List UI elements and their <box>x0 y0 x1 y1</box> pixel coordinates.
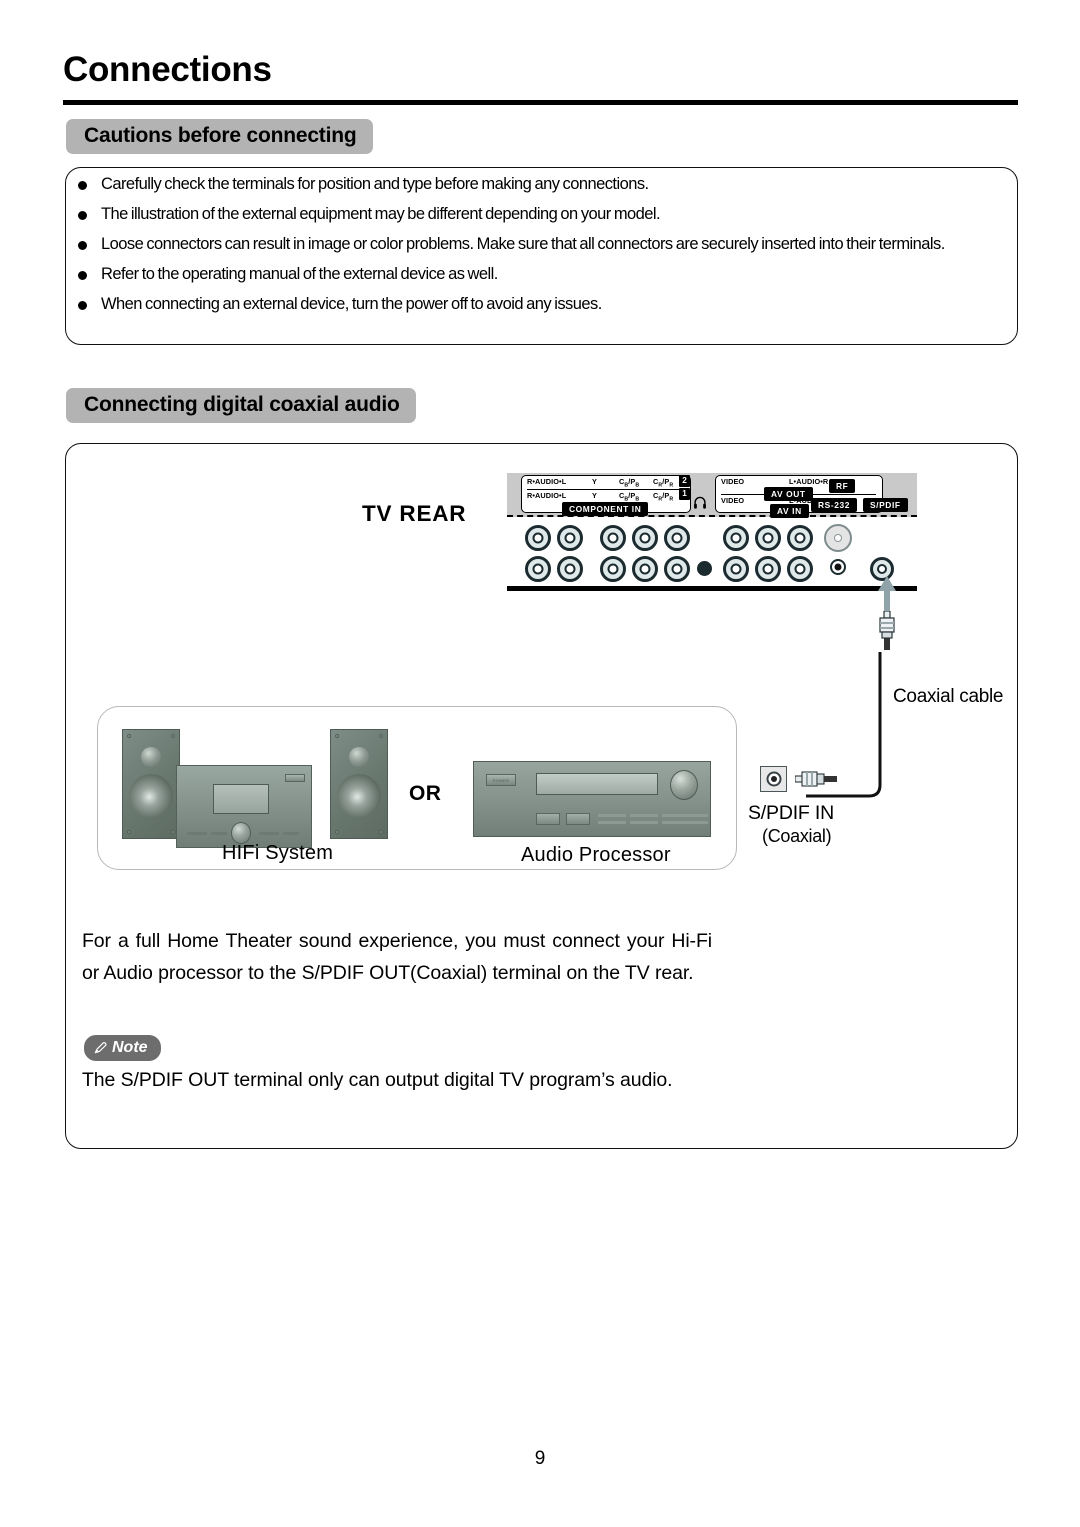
list-item: Refer to the operating manual of the ext… <box>78 262 993 287</box>
processor-power-button-icon: POWER <box>486 774 516 786</box>
jack-avout-video <box>723 525 749 551</box>
component-y-label-1: Y <box>592 491 597 500</box>
panel-label-band: R•AUDIO•L Y CB/PB CR/PR R•AUDIO•L Y CB/P… <box>507 473 917 518</box>
page-number: 9 <box>534 1448 546 1469</box>
page-title: Connections <box>63 50 272 89</box>
list-item-text: Carefully check the terminals for positi… <box>101 175 649 193</box>
jack-avout-audio-l <box>755 525 781 551</box>
jack-component2-audio-l <box>557 525 583 551</box>
jack-component2-cr <box>664 525 690 551</box>
hifi-speaker-left <box>122 729 180 839</box>
rs232-label: RS-232 <box>811 498 857 512</box>
note-badge: Note <box>84 1035 161 1062</box>
component-index-2: 2 <box>679 475 690 487</box>
headphone-icon <box>694 496 706 509</box>
processor-display-screen <box>536 773 658 795</box>
section-heading-cautions: Cautions before connecting <box>66 119 373 155</box>
component-in-label-group: R•AUDIO•L Y CB/PB CR/PR R•AUDIO•L Y CB/P… <box>521 475 691 516</box>
audio-processor-caption: Audio Processor <box>521 844 671 866</box>
spdif-in-label: S/PDIF IN <box>748 802 834 824</box>
jack-component2-cb <box>632 525 658 551</box>
av-label-group: VIDEO L•AUDIO•R VIDEO L•AUDIO•R AV OUT A… <box>715 475 883 518</box>
hifi-volume-knob-icon <box>231 822 251 844</box>
jack-avin-audio-r <box>787 556 813 582</box>
hifi-system-caption: HIFi System <box>222 842 334 864</box>
spdif-in-sublabel: (Coaxial) <box>762 826 832 846</box>
bullet-dot-icon <box>78 211 87 221</box>
list-item: Carefully check the terminals for positi… <box>78 172 993 197</box>
jack-headphone <box>697 561 712 576</box>
coaxial-body-paragraph: For a full Home Theater sound experience… <box>82 930 712 985</box>
bullet-dot-icon <box>78 271 87 281</box>
jack-component1-audio-r <box>525 556 551 582</box>
jack-component1-audio-l <box>557 556 583 582</box>
jack-avin-audio-l <box>755 556 781 582</box>
hifi-display-screen <box>213 784 269 814</box>
component-cr-label-1: CR/PR <box>653 491 674 503</box>
list-item-text: The illustration of the external equipme… <box>101 205 661 224</box>
component-audio-label-2: R•AUDIO•L <box>527 477 567 486</box>
component-in-caption: COMPONENT IN <box>562 502 649 516</box>
jack-component1-cr <box>664 556 690 582</box>
list-item-text: Refer to the operating manual of the ext… <box>101 265 498 284</box>
rca-plug-top-icon <box>879 611 895 650</box>
component-y-label-2: Y <box>592 477 597 486</box>
tv-rear-panel-diagram: R•AUDIO•L Y CB/PB CR/PR R•AUDIO•L Y CB/P… <box>507 473 917 591</box>
component-cb-label-1: CB/PB <box>619 491 640 503</box>
or-separator-label: OR <box>409 782 442 805</box>
list-item-text: When connecting an external device, turn… <box>101 295 602 314</box>
list-item-text: Loose connectors can result in image or … <box>101 235 945 254</box>
jack-component1-y <box>600 556 626 582</box>
av-in-video-label: VIDEO <box>721 496 745 505</box>
section-heading-connecting-digital-coaxial-audio: Connecting digital coaxial audio <box>66 388 416 424</box>
spdif-label: S/PDIF <box>863 498 908 512</box>
jack-component1-cb <box>632 556 658 582</box>
note-text: The S/PDIF OUT terminal only can output … <box>82 1069 673 1091</box>
list-item: The illustration of the external equipme… <box>78 202 993 227</box>
component-audio-label-1: R•AUDIO•L <box>527 491 567 500</box>
bullet-dot-icon <box>78 181 87 190</box>
note-pencil-icon <box>94 1042 107 1054</box>
av-out-video-label: VIDEO <box>721 477 745 486</box>
tv-rear-label: TV REAR <box>362 501 467 526</box>
jack-avout-audio-r <box>787 525 813 551</box>
component-cb-label-2: CB/PB <box>619 477 640 489</box>
jack-rf-antenna <box>824 524 852 552</box>
rca-plug-bottom-icon <box>795 771 837 787</box>
jack-avin-video <box>723 556 749 582</box>
jack-component2-y <box>600 525 626 551</box>
coaxial-cable-label: Coaxial cable <box>893 686 1004 707</box>
list-item: Loose connectors can result in image or … <box>78 232 993 257</box>
title-underline-rule <box>63 100 1018 105</box>
spdif-in-jack-icon <box>760 766 787 792</box>
note-badge-label: Note <box>112 1039 148 1056</box>
av-in-caption: AV IN <box>770 504 809 518</box>
cautions-bullet-list: Carefully check the terminals for positi… <box>78 172 993 322</box>
hifi-power-button-icon <box>285 774 305 782</box>
processor-volume-knob-icon <box>670 770 698 800</box>
coaxial-cable-path <box>806 652 882 798</box>
hifi-speaker-right <box>330 729 388 839</box>
jack-rs232 <box>830 559 846 575</box>
av-out-caption: AV OUT <box>764 487 813 501</box>
bullet-dot-icon <box>78 241 87 251</box>
audio-processor-unit: POWER <box>473 761 711 837</box>
jack-component2-audio-r <box>525 525 551 551</box>
bullet-dot-icon <box>78 301 87 311</box>
av-out-audio-label: L•AUDIO•R <box>789 477 829 486</box>
component-index-1: 1 <box>679 488 690 500</box>
rf-label: RF <box>829 479 856 493</box>
hifi-center-unit <box>176 765 312 848</box>
component-cr-label-2: CR/PR <box>653 477 674 489</box>
list-item: When connecting an external device, turn… <box>78 292 993 317</box>
